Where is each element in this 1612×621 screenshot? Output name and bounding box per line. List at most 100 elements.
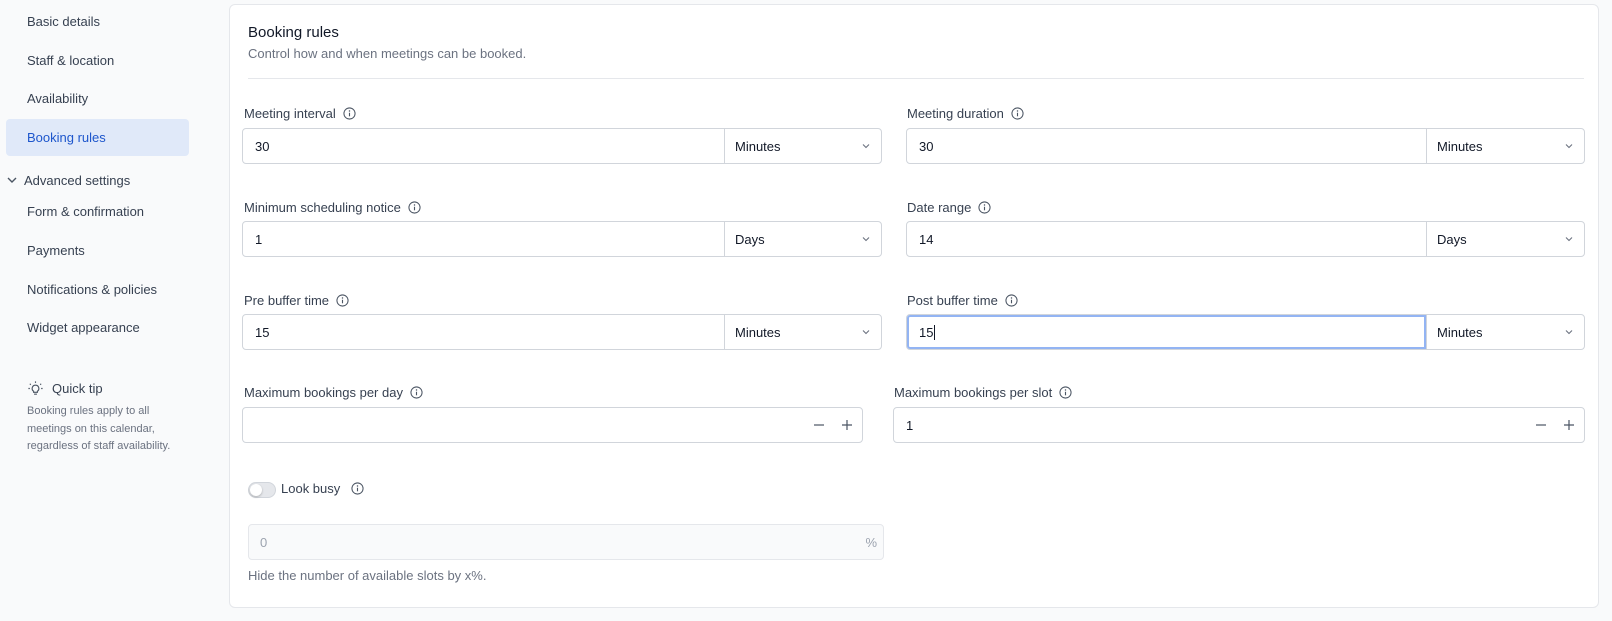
sidebar-group-label: Advanced settings <box>24 172 131 188</box>
sidebar-item-staff-location[interactable]: Staff & location <box>6 42 189 79</box>
date-range-input[interactable]: 14 <box>907 222 1426 256</box>
sidebar-group-advanced-settings[interactable]: Advanced settings <box>0 170 130 190</box>
sidebar-item-booking-rules[interactable]: Booking rules <box>6 119 189 156</box>
label-text: Maximum bookings per slot <box>894 384 1053 400</box>
sidebar-item-form-confirmation[interactable]: Form & confirmation <box>6 193 189 230</box>
pre-buffer-field: 15 Minutes <box>242 314 882 350</box>
chevron-down-icon <box>0 174 24 186</box>
max-per-slot-label: Maximum bookings per slot <box>894 383 1072 401</box>
info-icon[interactable] <box>1059 385 1072 399</box>
select-value: Minutes <box>735 138 781 154</box>
label-text: Pre buffer time <box>244 292 330 308</box>
input-placeholder: 0 <box>260 534 268 550</box>
quick-tip: Quick tip Booking rules apply to all mee… <box>27 377 192 456</box>
sidebar-item-label: Basic details <box>27 14 100 29</box>
meeting-interval-input[interactable]: 30 <box>243 129 724 163</box>
info-icon[interactable] <box>1005 293 1018 307</box>
plus-icon <box>842 420 852 430</box>
decrement-button[interactable] <box>806 412 832 438</box>
info-icon[interactable] <box>336 293 349 307</box>
post-buffer-field: 15 Minutes <box>906 314 1585 350</box>
increment-button[interactable] <box>1556 412 1582 438</box>
post-buffer-label: Post buffer time <box>907 291 1018 309</box>
date-range-field: 14 Days <box>906 221 1585 257</box>
look-busy-toggle[interactable] <box>248 482 276 498</box>
meeting-interval-field: 30 Minutes <box>242 128 882 164</box>
info-icon[interactable] <box>1011 106 1024 120</box>
lightbulb-icon <box>28 380 43 395</box>
chevron-down-icon <box>862 237 870 242</box>
select-value: Days <box>735 231 765 247</box>
max-per-slot-input[interactable]: 1 <box>894 418 1528 433</box>
page-title: Booking rules <box>248 24 339 41</box>
max-per-slot-stepper: 1 <box>893 407 1585 443</box>
settings-sidebar: Basic details Staff & location Availabil… <box>0 0 200 621</box>
look-busy-helper-text: Hide the number of available slots by x%… <box>248 568 487 583</box>
minus-icon <box>814 424 824 426</box>
label-text: Look busy <box>281 480 341 496</box>
input-value: 15 <box>919 324 934 340</box>
minus-icon <box>1536 424 1546 426</box>
sidebar-item-availability[interactable]: Availability <box>6 80 189 117</box>
plus-icon <box>1564 420 1574 430</box>
max-per-day-label: Maximum bookings per day <box>244 383 423 401</box>
label-text: Meeting interval <box>244 105 336 121</box>
meeting-interval-label: Meeting interval <box>244 104 356 122</box>
info-icon[interactable] <box>410 385 423 399</box>
meeting-interval-unit-select[interactable]: Minutes <box>724 129 881 163</box>
input-value: 30 <box>255 138 270 154</box>
input-value: 14 <box>919 231 934 247</box>
look-busy-label: Look busy <box>281 479 364 497</box>
min-notice-unit-select[interactable]: Days <box>724 222 881 256</box>
percent-suffix: % <box>865 534 877 550</box>
chevron-down-icon <box>862 144 870 149</box>
sidebar-item-notifications-policies[interactable]: Notifications & policies <box>6 271 189 308</box>
meeting-duration-label: Meeting duration <box>907 104 1024 122</box>
label-text: Minimum scheduling notice <box>244 199 401 215</box>
pre-buffer-input[interactable]: 15 <box>243 315 724 349</box>
info-icon[interactable] <box>351 481 364 495</box>
label-text: Post buffer time <box>907 292 998 308</box>
info-icon[interactable] <box>343 106 356 120</box>
chevron-down-icon <box>1565 144 1573 149</box>
booking-rules-card: Booking rules Control how and when meeti… <box>229 4 1599 608</box>
info-icon[interactable] <box>978 200 991 214</box>
info-icon[interactable] <box>408 200 421 214</box>
post-buffer-unit-select[interactable]: Minutes <box>1426 315 1584 349</box>
look-busy-percent-input[interactable]: 0 % <box>248 524 884 560</box>
input-value: 30 <box>919 138 934 154</box>
sidebar-item-basic-details[interactable]: Basic details <box>6 3 189 40</box>
sidebar-item-label: Form & confirmation <box>27 204 145 219</box>
sidebar-item-label: Staff & location <box>27 53 115 68</box>
sidebar-item-widget-appearance[interactable]: Widget appearance <box>6 309 189 346</box>
decrement-button[interactable] <box>1528 412 1554 438</box>
select-value: Minutes <box>735 324 781 340</box>
select-value: Minutes <box>1437 324 1483 340</box>
pre-buffer-label: Pre buffer time <box>244 291 349 309</box>
sidebar-item-label: Notifications & policies <box>27 282 158 297</box>
meeting-duration-input[interactable]: 30 <box>907 129 1426 163</box>
pre-buffer-unit-select[interactable]: Minutes <box>724 315 881 349</box>
min-notice-input[interactable]: 1 <box>243 222 724 256</box>
min-notice-field: 1 Days <box>242 221 882 257</box>
chevron-down-icon <box>1565 237 1573 242</box>
quick-tip-header: Quick tip <box>27 377 192 399</box>
post-buffer-input[interactable]: 15 <box>907 315 1426 349</box>
meeting-duration-unit-select[interactable]: Minutes <box>1426 129 1584 163</box>
sidebar-item-label: Booking rules <box>27 130 106 145</box>
input-value: 15 <box>255 324 270 340</box>
meeting-duration-field: 30 Minutes <box>906 128 1585 164</box>
select-value: Minutes <box>1437 138 1483 154</box>
text-caret <box>934 324 936 340</box>
increment-button[interactable] <box>834 412 860 438</box>
quick-tip-title: Quick tip <box>52 380 103 396</box>
quick-tip-body: Booking rules apply to all meetings on t… <box>27 405 171 452</box>
sidebar-item-payments[interactable]: Payments <box>6 232 189 269</box>
label-text: Date range <box>907 199 972 215</box>
divider <box>248 78 1584 79</box>
sidebar-item-label: Availability <box>27 91 89 106</box>
chevron-down-icon <box>862 330 870 335</box>
date-range-unit-select[interactable]: Days <box>1426 222 1584 256</box>
chevron-down-icon <box>1565 330 1573 335</box>
toggle-knob <box>250 484 262 496</box>
